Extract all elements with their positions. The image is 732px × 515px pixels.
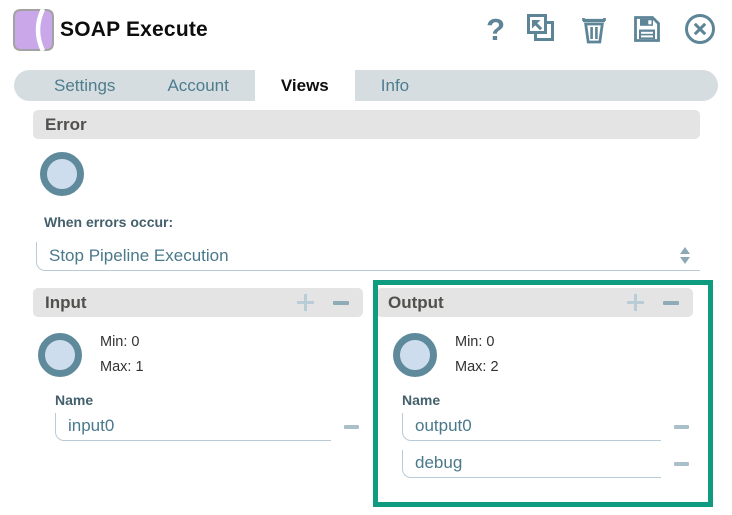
help-button[interactable]: ?	[486, 12, 505, 48]
save-button[interactable]	[630, 12, 664, 48]
input-row	[55, 413, 363, 441]
duplicate-button[interactable]	[524, 12, 558, 48]
minus-icon	[674, 425, 689, 429]
output-section-title: Output	[388, 293, 444, 313]
output-row-remove-button[interactable]	[672, 460, 691, 468]
page-title: SOAP Execute	[60, 18, 208, 42]
output-row-remove-button[interactable]	[672, 423, 691, 431]
output-name-label: Name	[402, 392, 693, 408]
input-add-button[interactable]	[295, 292, 316, 313]
error-view-circle	[40, 152, 84, 196]
duplicate-icon	[524, 12, 558, 49]
minus-icon	[663, 301, 679, 305]
output-name-field-0[interactable]	[402, 413, 661, 441]
snap-icon	[10, 7, 56, 58]
tab-info[interactable]: Info	[355, 70, 435, 101]
input-max-label: Max: 1	[100, 355, 144, 380]
spinner-up-icon	[680, 247, 690, 254]
close-icon	[683, 12, 717, 49]
soap-execute-dialog: SOAP Execute ?	[0, 0, 732, 515]
output-view-circle	[393, 333, 437, 377]
plus-icon	[627, 294, 644, 311]
output-panel: Output Min: 0 Max: 2 Name	[376, 288, 693, 478]
help-icon: ?	[486, 12, 505, 48]
error-section-header: Error	[33, 110, 700, 139]
output-row	[402, 450, 693, 478]
input-view-circle	[38, 333, 82, 377]
when-errors-occur-label: When errors occur:	[44, 214, 173, 230]
when-errors-occur-select[interactable]: Stop Pipeline Execution	[36, 242, 700, 271]
header-action-bar: ?	[486, 12, 717, 48]
input-section-title: Input	[45, 293, 87, 313]
close-button[interactable]	[683, 12, 717, 48]
output-max-label: Max: 2	[455, 355, 499, 380]
output-min-label: Min: 0	[455, 330, 499, 355]
tab-bar: Settings Account Views Info	[14, 70, 718, 101]
output-section-header: Output	[376, 288, 693, 317]
minus-icon	[333, 301, 349, 305]
tab-account[interactable]: Account	[141, 70, 254, 101]
input-name-field[interactable]	[55, 413, 331, 441]
select-spinner-icon	[680, 247, 690, 264]
output-row	[402, 413, 693, 441]
minus-icon	[674, 462, 689, 466]
error-section-title: Error	[45, 115, 87, 135]
delete-button[interactable]	[577, 12, 611, 48]
input-section-header: Input	[33, 288, 363, 317]
input-remove-button[interactable]	[331, 299, 351, 307]
spinner-down-icon	[680, 257, 690, 264]
plus-icon	[297, 294, 314, 311]
input-panel: Input Min: 0 Max: 1 Name	[33, 288, 363, 441]
input-row-remove-button[interactable]	[342, 423, 361, 431]
input-min-label: Min: 0	[100, 330, 144, 355]
output-add-button[interactable]	[625, 292, 646, 313]
save-icon	[630, 12, 664, 49]
output-remove-button[interactable]	[661, 299, 681, 307]
input-minmax: Min: 0 Max: 1	[100, 330, 144, 380]
minus-icon	[344, 425, 359, 429]
output-name-field-1[interactable]	[402, 450, 661, 478]
trash-icon	[577, 12, 611, 49]
tab-settings[interactable]: Settings	[28, 70, 141, 101]
when-errors-occur-value: Stop Pipeline Execution	[37, 242, 700, 269]
tab-views[interactable]: Views	[255, 70, 355, 101]
input-name-label: Name	[55, 392, 363, 408]
output-minmax: Min: 0 Max: 2	[455, 330, 499, 380]
